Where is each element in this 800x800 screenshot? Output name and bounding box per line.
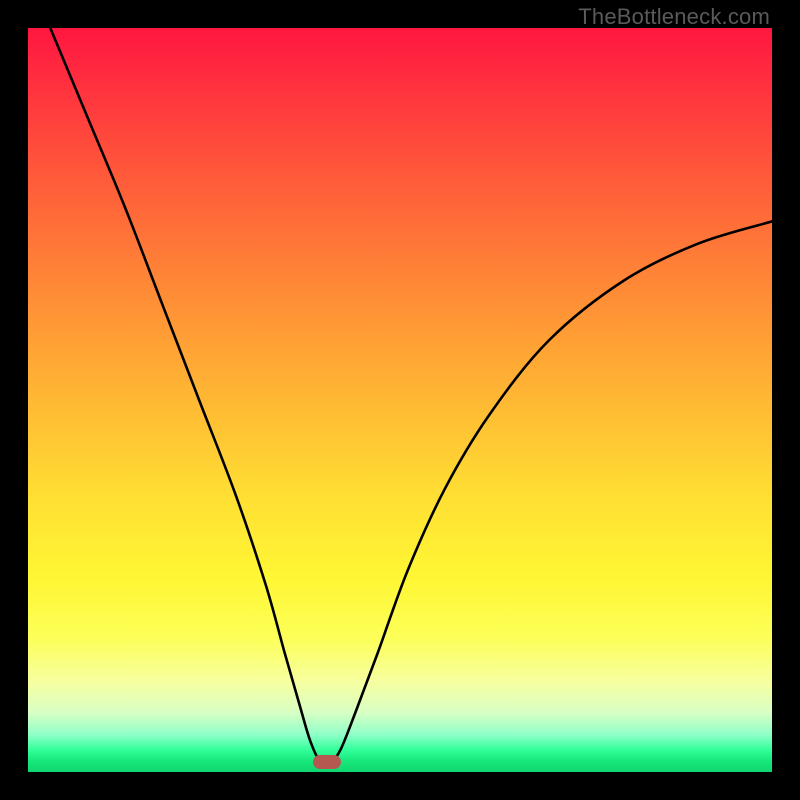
plot-area [28, 28, 772, 772]
bottleneck-curve [28, 28, 772, 772]
watermark-text: TheBottleneck.com [578, 4, 770, 30]
optimal-point-marker [313, 755, 341, 769]
chart-frame: TheBottleneck.com [0, 0, 800, 800]
